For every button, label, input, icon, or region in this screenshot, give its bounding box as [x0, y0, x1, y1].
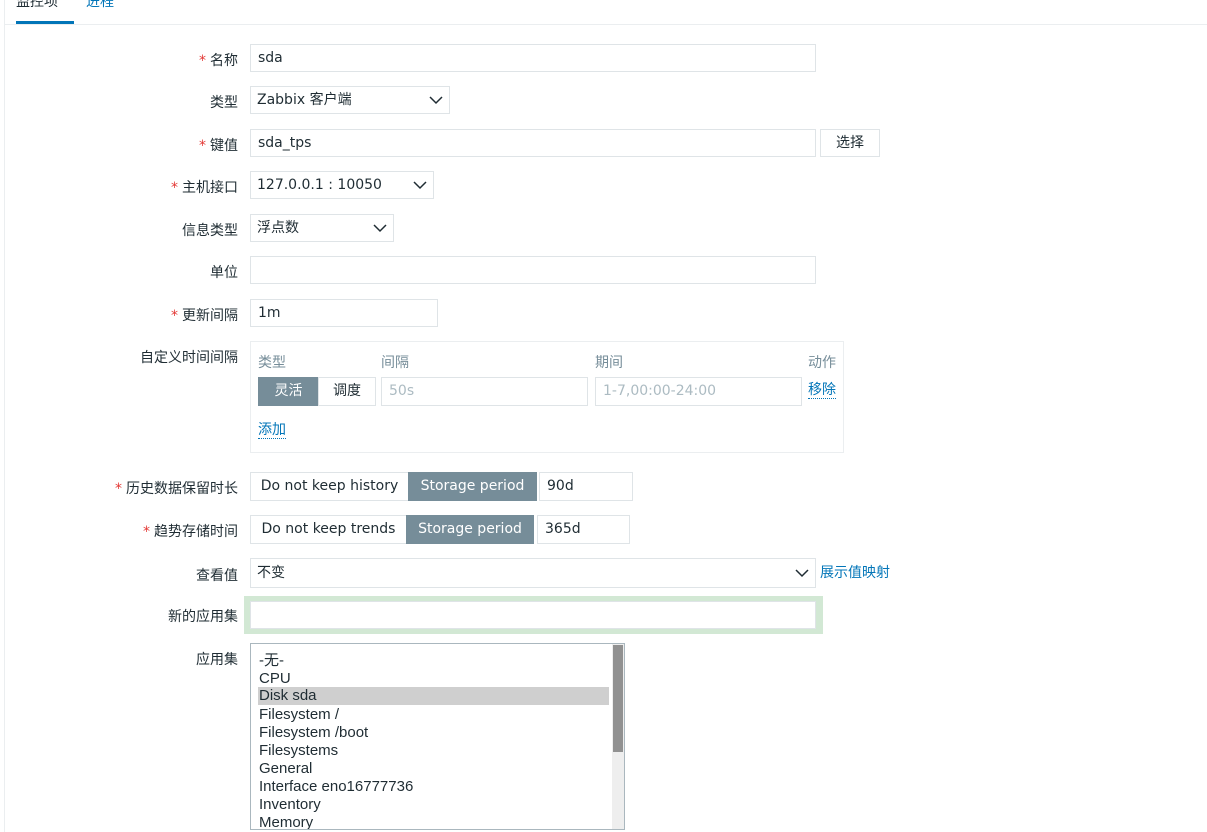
tab-bar: 监控项 进程: [4, 0, 1207, 25]
valuemap-select[interactable]: 不变: [250, 558, 816, 588]
valuemap-label: 查看值: [196, 568, 238, 584]
type-select[interactable]: Zabbix 客户端: [250, 86, 450, 114]
units-label: 单位: [210, 265, 238, 281]
units-input[interactable]: [250, 256, 816, 284]
key-input[interactable]: sda_tps: [250, 129, 816, 157]
history-period-input[interactable]: 90d: [539, 472, 633, 501]
info-type-select[interactable]: 浮点数: [250, 214, 394, 242]
chevron-down-icon: [429, 96, 443, 105]
tab-item-label: 监控项: [16, 0, 58, 10]
new-application-focus-ring: [244, 596, 823, 634]
type-select-value: Zabbix 客户端: [257, 92, 352, 108]
listbox-scrollbar[interactable]: [612, 644, 624, 829]
trends-storage-period-button[interactable]: Storage period: [406, 515, 534, 544]
type-label: 类型: [210, 95, 238, 111]
chevron-down-icon: [413, 181, 427, 190]
new-application-label: 新的应用集: [168, 609, 238, 625]
col-header-period: 期间: [595, 355, 623, 371]
tab-processes-label: 进程: [86, 0, 114, 10]
history-label: * 历史数据保留时长: [115, 481, 238, 497]
custom-intervals-table: 类型 间隔 期间 动作 灵活 调度 50s 1-7,00:00-24:00 移除…: [250, 341, 844, 453]
update-interval-label: * 更新间隔: [171, 308, 238, 324]
name-label: * 名称: [199, 53, 238, 69]
col-header-interval: 间隔: [381, 355, 409, 371]
trends-do-not-keep-button[interactable]: Do not keep trends: [250, 515, 407, 544]
key-label: * 键值: [199, 138, 238, 154]
add-interval-link[interactable]: 添加: [258, 422, 286, 439]
chevron-down-icon: [795, 569, 809, 578]
interface-label: * 主机接口: [171, 180, 238, 196]
list-item[interactable]: Interface eno16777736: [258, 778, 609, 796]
list-item[interactable]: Filesystem /: [258, 706, 609, 724]
applications-listbox[interactable]: -无- CPU Disk sda Filesystem / Filesystem…: [250, 643, 625, 830]
interface-select[interactable]: 127.0.0.1 : 10050: [250, 171, 434, 199]
info-type-select-value: 浮点数: [257, 220, 299, 236]
history-storage-period-button[interactable]: Storage period: [408, 472, 537, 501]
chevron-down-icon: [373, 224, 387, 233]
list-item[interactable]: Inventory: [258, 796, 609, 814]
col-header-action: 动作: [808, 355, 836, 371]
trends-label: * 趋势存储时间: [143, 524, 238, 540]
applications-label: 应用集: [196, 652, 238, 668]
list-item[interactable]: -无-: [258, 652, 609, 670]
new-application-input[interactable]: [250, 601, 816, 629]
remove-interval-link[interactable]: 移除: [808, 382, 836, 399]
key-select-button[interactable]: 选择: [820, 129, 880, 157]
show-value-mappings-link[interactable]: 展示值映射: [820, 565, 890, 581]
update-interval-input[interactable]: 1m: [250, 299, 438, 327]
list-item[interactable]: General: [258, 760, 609, 778]
name-input[interactable]: sda: [250, 44, 816, 72]
valuemap-select-value: 不变: [257, 565, 285, 581]
required-mark: *: [199, 53, 206, 69]
custom-intervals-label: 自定义时间间隔: [140, 350, 238, 366]
list-item[interactable]: Filesystem /boot: [258, 724, 609, 742]
interval-input[interactable]: 50s: [381, 377, 588, 406]
period-input[interactable]: 1-7,00:00-24:00: [595, 377, 802, 406]
tab-processes[interactable]: 进程: [86, 0, 114, 21]
interface-select-value: 127.0.0.1 : 10050: [257, 177, 382, 193]
list-item[interactable]: Filesystems: [258, 742, 609, 760]
list-item-selected[interactable]: Disk sda: [258, 687, 609, 705]
list-item[interactable]: Memory: [258, 814, 609, 829]
info-type-label: 信息类型: [182, 223, 238, 239]
listbox-scrollbar-thumb[interactable]: [613, 645, 623, 752]
mode-flexible-button[interactable]: 灵活: [258, 377, 319, 406]
history-do-not-keep-button[interactable]: Do not keep history: [250, 472, 409, 501]
col-header-type: 类型: [258, 355, 286, 371]
trends-period-input[interactable]: 365d: [537, 515, 630, 544]
list-item[interactable]: CPU: [258, 670, 609, 688]
tab-item[interactable]: 监控项: [16, 0, 74, 24]
mode-scheduling-button[interactable]: 调度: [318, 377, 376, 406]
